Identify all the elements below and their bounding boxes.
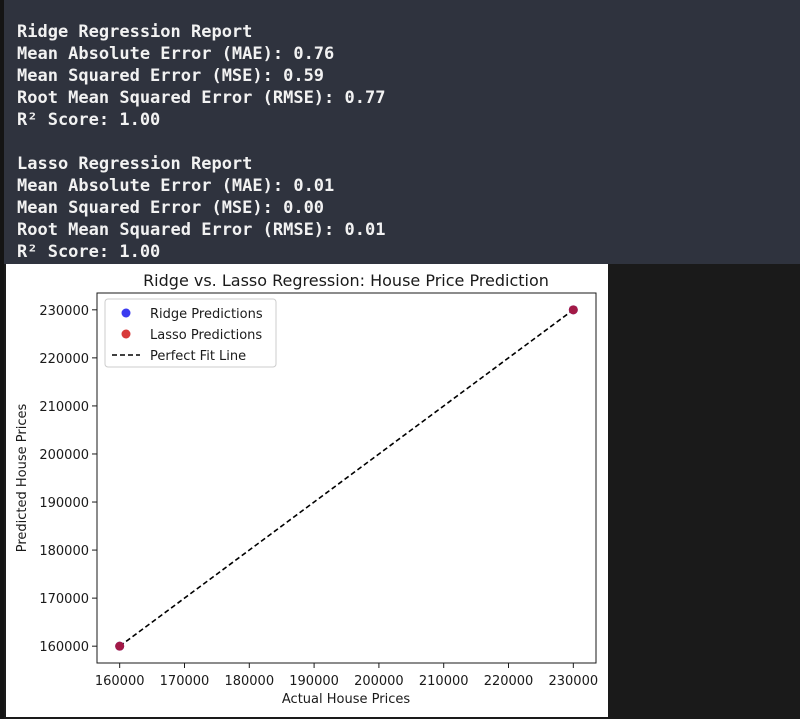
x-tick-label: 170000 xyxy=(160,674,210,689)
x-tick-label: 200000 xyxy=(354,674,404,689)
y-tick-label: 170000 xyxy=(39,592,89,607)
legend-lasso-marker xyxy=(121,329,131,339)
y-tick-label: 230000 xyxy=(39,304,89,319)
lasso-rmse: Root Mean Squared Error (RMSE): 0.01 xyxy=(17,220,386,240)
x-tick-label: 190000 xyxy=(289,674,339,689)
legend-fit-line-label: Perfect Fit Line xyxy=(150,349,246,364)
ridge-r2: R² Score: 1.00 xyxy=(17,110,161,130)
ridge-mae: Mean Absolute Error (MAE): 0.76 xyxy=(17,44,335,64)
console-output: Ridge Regression Report Mean Absolute Er… xyxy=(4,0,800,264)
y-tick-label: 180000 xyxy=(39,544,89,559)
lasso-r2: R² Score: 1.00 xyxy=(17,242,161,262)
x-tick-label: 230000 xyxy=(548,674,598,689)
x-axis-ticks: 160000 170000 180000 190000 200000 210000 2200… xyxy=(95,663,598,689)
y-axis-label: Predicted House Prices xyxy=(15,404,30,553)
lasso-prediction-point xyxy=(115,641,125,651)
lasso-mse: Mean Squared Error (MSE): 0.00 xyxy=(17,198,325,218)
y-tick-label: 190000 xyxy=(39,496,89,511)
x-tick-label: 220000 xyxy=(484,674,534,689)
x-tick-label: 160000 xyxy=(95,674,145,689)
y-tick-label: 160000 xyxy=(39,640,89,655)
chart-legend: Ridge Predictions Lasso Predictions Perf… xyxy=(104,298,277,368)
legend-lasso-label: Lasso Predictions xyxy=(150,328,262,343)
y-tick-label: 220000 xyxy=(39,352,89,367)
chart-title: Ridge vs. Lasso Regression: House Price … xyxy=(143,271,549,290)
ridge-report-heading: Ridge Regression Report xyxy=(17,22,253,42)
y-tick-label: 210000 xyxy=(39,400,89,415)
scatter-chart: Ridge vs. Lasso Regression: House Price … xyxy=(15,271,598,707)
y-axis-ticks: 160000 170000 180000 190000 200000 210000 2200… xyxy=(39,304,97,655)
ridge-mse: Mean Squared Error (MSE): 0.59 xyxy=(17,66,325,86)
lasso-prediction-point xyxy=(568,305,578,315)
x-tick-label: 210000 xyxy=(419,674,469,689)
ridge-rmse: Root Mean Squared Error (RMSE): 0.77 xyxy=(17,88,386,108)
lasso-mae: Mean Absolute Error (MAE): 0.01 xyxy=(17,176,335,196)
x-axis-label: Actual House Prices xyxy=(282,692,410,707)
chart-figure: Ridge vs. Lasso Regression: House Price … xyxy=(6,264,608,717)
legend-ridge-marker xyxy=(121,308,131,318)
legend-ridge-label: Ridge Predictions xyxy=(150,307,263,322)
y-tick-label: 200000 xyxy=(39,448,89,463)
lasso-report-heading: Lasso Regression Report xyxy=(17,154,253,174)
x-tick-label: 180000 xyxy=(224,674,274,689)
